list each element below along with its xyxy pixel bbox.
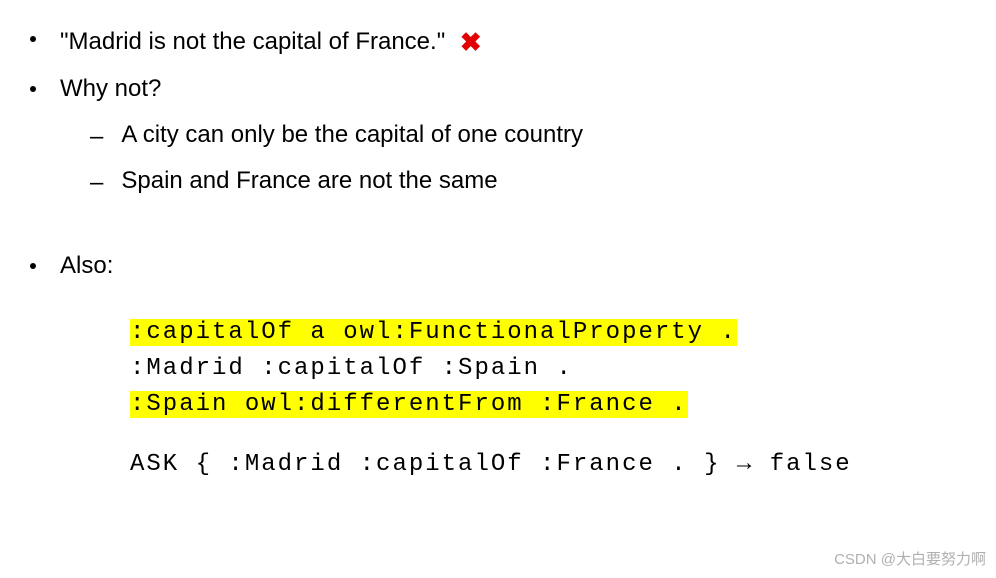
bullet-item-2: Why not?	[30, 70, 966, 108]
code-line-1: :capitalOf a owl:FunctionalProperty .	[130, 315, 966, 351]
sub-item-1: – A city can only be the capital of one …	[90, 116, 966, 156]
bullet-item-3: Also:	[30, 247, 966, 285]
highlighted-code: :capitalOf a owl:FunctionalProperty .	[130, 319, 737, 346]
sub-text-1: A city can only be the capital of one co…	[121, 116, 583, 154]
code-line-4: ASK { :Madrid :capitalOf :France . } → f…	[130, 447, 966, 483]
statement-text: "Madrid is not the capital of France."	[60, 28, 445, 55]
bullet-dot-icon	[30, 86, 36, 92]
bullet-text-3: Also:	[60, 247, 113, 285]
bullet-dot-icon	[30, 36, 36, 42]
code-block: :capitalOf a owl:FunctionalProperty . :M…	[130, 315, 966, 483]
sub-item-2: – Spain and France are not the same	[90, 162, 966, 202]
cross-icon: ✖	[460, 22, 482, 64]
code-line-2: :Madrid :capitalOf :Spain .	[130, 351, 966, 387]
dash-icon: –	[90, 118, 103, 156]
spacer	[130, 423, 966, 447]
watermark-text: CSDN @大白要努力啊	[834, 548, 986, 572]
spacer	[30, 223, 966, 247]
dash-icon: –	[90, 164, 103, 202]
bullet-text-2: Why not?	[60, 70, 161, 108]
bullet-text-1: "Madrid is not the capital of France." ✖	[60, 20, 482, 62]
highlighted-code: :Spain owl:differentFrom :France .	[130, 391, 688, 418]
sub-text-2: Spain and France are not the same	[121, 162, 497, 200]
bullet-dot-icon	[30, 263, 36, 269]
code-line-3: :Spain owl:differentFrom :France .	[130, 387, 966, 423]
sub-list: – A city can only be the capital of one …	[90, 116, 966, 203]
bullet-item-1: "Madrid is not the capital of France." ✖	[30, 20, 966, 62]
